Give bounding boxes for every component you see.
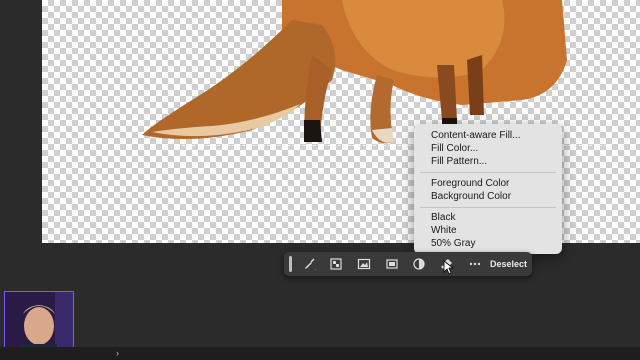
contextual-taskbar: Deselect (284, 252, 532, 276)
menu-item-fill-pattern[interactable]: Fill Pattern... (431, 155, 487, 168)
menu-item-50-gray[interactable]: 50% Gray (431, 237, 475, 250)
mask-icon[interactable] (385, 257, 399, 271)
taskbar-grip-handle[interactable] (289, 256, 292, 272)
mouse-cursor-icon (443, 260, 454, 275)
menu-item-black[interactable]: Black (431, 211, 455, 224)
bottom-status-bar (0, 347, 640, 360)
adjustment-circle-icon[interactable] (412, 257, 426, 271)
presenter-video (5, 292, 73, 353)
menu-item-content-aware-fill[interactable]: Content-aware Fill... (431, 129, 520, 142)
menu-item-foreground-color[interactable]: Foreground Color (431, 177, 509, 190)
menu-item-fill-color[interactable]: Fill Color... (431, 142, 478, 155)
brush-icon[interactable] (302, 257, 316, 271)
more-icon[interactable] (468, 257, 482, 271)
menu-item-background-color[interactable]: Background Color (431, 190, 511, 203)
webcam-overlay (4, 291, 74, 354)
menu-item-white[interactable]: White (431, 224, 457, 237)
menu-separator (420, 172, 556, 173)
fill-context-menu: Content-aware Fill... Fill Color... Fill… (414, 124, 562, 254)
deselect-button[interactable]: Deselect (490, 252, 527, 276)
menu-separator (420, 207, 556, 208)
generate-image-icon[interactable] (357, 257, 371, 271)
adjust-selection-icon[interactable] (329, 257, 343, 271)
expand-arrow-icon[interactable]: › (116, 347, 119, 360)
